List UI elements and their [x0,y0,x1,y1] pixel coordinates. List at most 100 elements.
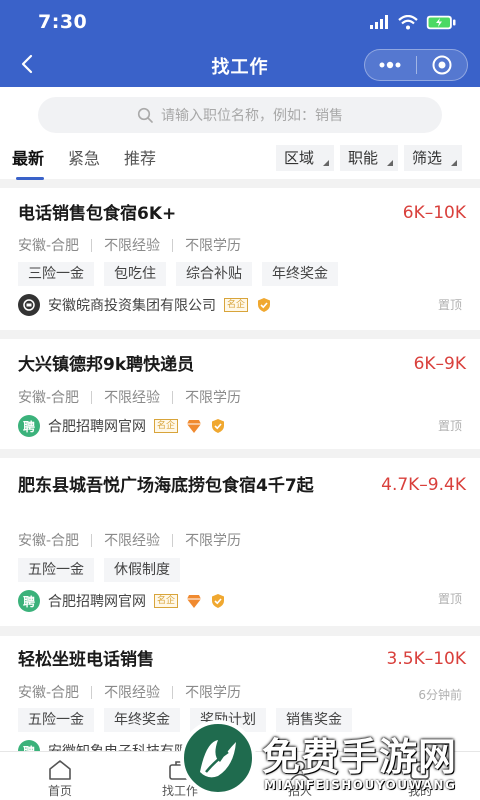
job-location: 安徽-合肥 [18,238,80,254]
dropdown-triangle-icon [322,160,329,166]
pinned-label: 置顶 [437,592,462,606]
job-card[interactable]: 大兴镇德邦9k聘快递员 6K–9K 安徽-合肥 不限经验 不限学历 聘 合肥招聘… [0,339,480,449]
status-icons [370,14,456,30]
job-title: 轻松坐班电话销售 [18,650,154,670]
divider [172,238,174,252]
tab-latest[interactable]: 最新 [12,145,45,180]
job-tags: 五险一金 年终奖金 奖励计划 销售奖金 [18,708,352,732]
diamond-icon [186,418,202,434]
close-miniprogram-button[interactable] [417,50,468,80]
filter-function-label: 职能 [347,149,378,167]
search-icon [137,107,153,123]
job-title: 大兴镇德邦9k聘快递员 [18,355,195,375]
search-placeholder: 请输入职位名称，例如：销售 [161,108,343,124]
job-experience: 不限经验 [104,685,161,701]
bottom-tab-bar: 首页 找工作 招人 我的 [0,751,480,800]
tabbar-recruit[interactable]: 招人 [240,752,360,800]
job-tag: 销售奖金 [276,708,352,732]
job-experience: 不限经验 [104,533,161,549]
filter-more-button[interactable]: 筛选 [403,145,462,171]
job-experience: 不限经验 [104,390,161,406]
battery-icon [426,15,456,29]
status-time: 7:30 [38,11,88,33]
job-tags: 五险一金 休假制度 [18,558,180,582]
job-tag: 年终奖金 [104,708,180,732]
signal-icon [370,15,388,29]
filter-more-label: 筛选 [411,149,442,167]
tabbar-find-job-label: 找工作 [161,784,198,798]
company-row: 聘 合肥招聘网官网 名企 [18,590,226,612]
briefcase-icon [167,758,193,782]
miniprogram-capsule [364,49,468,81]
tabbar-find-job[interactable]: 找工作 [120,752,240,800]
divider [172,390,174,404]
job-tag: 五险一金 [18,708,94,732]
company-logo-icon [18,294,40,316]
job-tag: 年终奖金 [262,262,338,286]
filter-region-label: 区域 [283,149,314,167]
posted-time: 6分钟前 [418,688,462,702]
pinned-label: 置顶 [437,298,462,312]
verified-shield-icon [256,297,272,313]
job-education: 不限学历 [185,238,242,254]
wifi-icon [398,14,418,29]
job-card[interactable]: 轻松坐班电话销售 3.5K–10K 安徽-合肥 不限经验 不限学历 6分钟前 五… [0,636,480,762]
chevron-left-icon [21,54,33,74]
filter-bar: 区域 职能 筛选 [275,145,462,171]
filter-function-button[interactable]: 职能 [339,145,398,171]
job-experience: 不限经验 [104,238,161,254]
recruit-logo-icon: 聘 [18,590,40,612]
more-button[interactable] [365,50,416,80]
job-meta: 安徽-合肥 不限经验 不限学历 [18,387,241,407]
back-button[interactable] [14,51,40,77]
job-card[interactable]: 电话销售包食宿6K+ 6K–10K 安徽-合肥 不限经验 不限学历 三险一金 包… [0,188,480,330]
home-icon [47,758,73,782]
divider [91,238,93,252]
verified-shield-icon [210,593,226,609]
diamond-icon [186,593,202,609]
job-tags: 三险一金 包吃住 综合补贴 年终奖金 [18,262,338,286]
job-tag: 综合补贴 [176,262,252,286]
famous-company-badge: 名企 [154,419,179,433]
status-bar: 7:30 [0,0,480,44]
job-meta: 安徽-合肥 不限经验 不限学历 [18,235,241,255]
job-location: 安徽-合肥 [18,685,80,701]
dropdown-triangle-icon [386,160,393,166]
company-row: 聘 合肥招聘网官网 名企 [18,415,226,437]
job-tag: 三险一金 [18,262,94,286]
person-icon [287,758,313,782]
filter-region-button[interactable]: 区域 [275,145,334,171]
job-tag: 奖励计划 [190,708,266,732]
famous-company-badge: 名企 [154,594,179,608]
company-name: 合肥招聘网官网 [48,594,146,610]
job-salary: 6K–9K [413,354,466,374]
navbar: 找工作 [0,44,480,87]
tab-recommended[interactable]: 推荐 [124,145,156,169]
search-input[interactable]: 请输入职位名称，例如：销售 [38,97,442,133]
job-tabs: 最新 紧急 推荐 [12,145,156,180]
job-title: 肥东县城吾悦广场海底捞包食宿4千7起 [18,476,314,496]
company-name: 合肥招聘网官网 [48,419,146,435]
search-filter-panel: 请输入职位名称，例如：销售 最新 紧急 推荐 区域 职能 筛选 [0,87,480,180]
job-salary: 6K–10K [402,203,466,223]
job-tag: 五险一金 [18,558,94,582]
job-meta: 安徽-合肥 不限经验 不限学历 [18,530,241,550]
pinned-label: 置顶 [437,419,462,433]
dropdown-triangle-icon [451,160,457,166]
verified-shield-icon [210,418,226,434]
tabbar-home[interactable]: 首页 [0,752,120,800]
more-dots-icon [379,61,401,69]
job-education: 不限学历 [185,685,242,701]
job-education: 不限学历 [185,390,242,406]
tabbar-recruit-label: 招人 [287,784,312,798]
divider [172,685,174,699]
divider [91,533,93,547]
tab-urgent[interactable]: 紧急 [68,145,100,169]
divider [91,685,93,699]
tabbar-mine[interactable]: 我的 [360,752,480,800]
page-title: 找工作 [211,56,269,78]
target-icon [432,55,452,75]
job-card[interactable]: 肥东县城吾悦广场海底捞包食宿4千7起 4.7K–9.4K 安徽-合肥 不限经验 … [0,458,480,626]
user-icon [407,758,433,782]
job-meta: 安徽-合肥 不限经验 不限学历 [18,682,241,702]
